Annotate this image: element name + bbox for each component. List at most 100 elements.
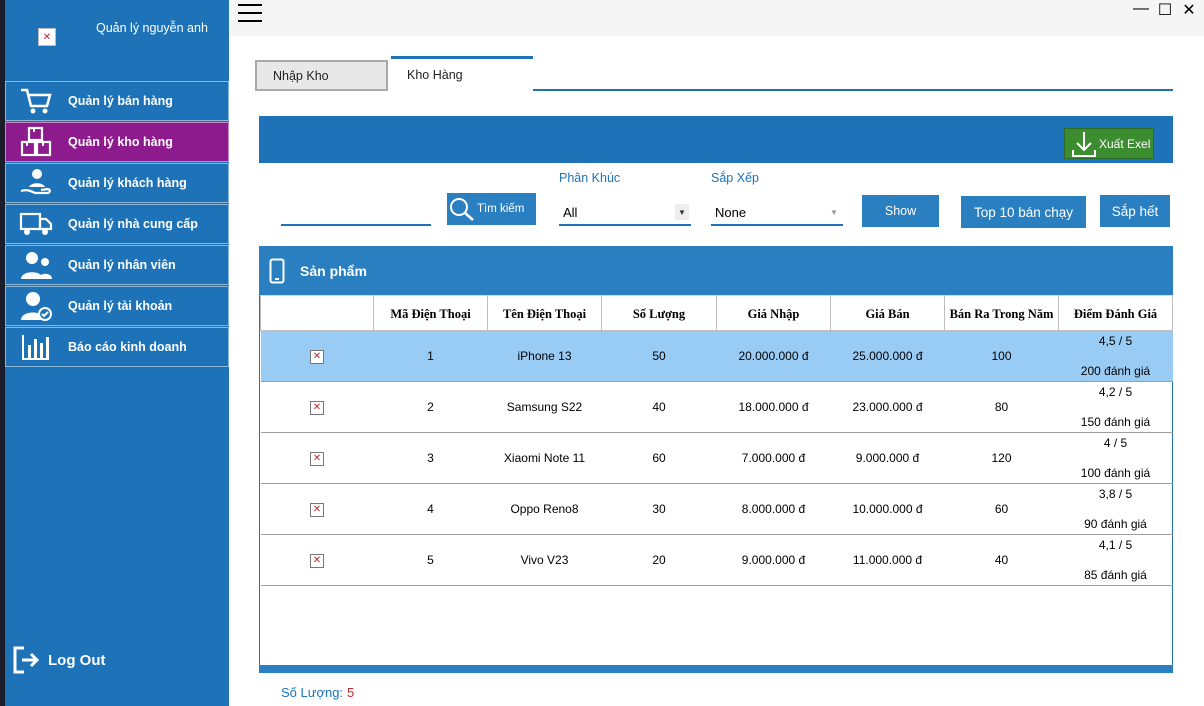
cell-name: Oppo Reno8	[487, 483, 602, 535]
cell-id: 3	[373, 432, 488, 484]
sidebar-item-label: Báo cáo kinh doanh	[68, 340, 187, 354]
table-row[interactable]: ✕ 2 Samsung S22 40 18.000.000 đ 23.000.0…	[260, 381, 1173, 433]
cell-sold: 60	[944, 483, 1059, 535]
search-input[interactable]	[281, 198, 431, 226]
sidebar-item-nhan-vien[interactable]: Quản lý nhân viên	[5, 245, 229, 285]
cell-qty: 60	[601, 432, 717, 484]
sidebar-item-kho-hang[interactable]: Quản lý kho hàng	[5, 122, 229, 162]
sidebar-item-label: Quản lý bán hàng	[68, 94, 173, 108]
cell-sale-price: 25.000.000 đ	[830, 330, 945, 382]
search-button-label: Tìm kiếm	[477, 203, 525, 215]
tab-nhap-kho[interactable]: Nhập Kho	[255, 60, 388, 91]
top10-button[interactable]: Top 10 bán chạy	[961, 196, 1086, 228]
cell-import-price: 7.000.000 đ	[716, 432, 831, 484]
search-button[interactable]: Tìm kiếm	[447, 193, 536, 225]
sidebar-item-bao-cao[interactable]: Báo cáo kinh doanh	[5, 327, 229, 367]
cell-sale-price: 10.000.000 đ	[830, 483, 945, 535]
cell-qty: 40	[601, 381, 717, 433]
table-header-row: Mã Điện Thoại Tên Điện Thoại Số Lượng Gi…	[260, 295, 1173, 331]
maximize-icon[interactable]: ☐	[1156, 0, 1174, 20]
cell-import-price: 18.000.000 đ	[716, 381, 831, 433]
search-icon	[447, 196, 477, 222]
tab-kho-hang[interactable]: Kho Hàng	[391, 56, 533, 91]
products-grid: Mã Điện Thoại Tên Điện Thoại Số Lượng Gi…	[259, 295, 1173, 667]
col-header[interactable]: Mã Điện Thoại	[373, 295, 488, 331]
products-table: Mã Điện Thoại Tên Điện Thoại Số Lượng Gi…	[260, 295, 1173, 586]
cell-score: 4,2 / 5	[1098, 385, 1133, 399]
cell-qty: 30	[601, 483, 717, 535]
export-label: Xuất Exel	[1099, 136, 1151, 151]
phan-khuc-select[interactable]: All ▼	[559, 200, 691, 226]
cell-reviews: 100 đánh giá	[1080, 466, 1151, 480]
download-icon	[1071, 130, 1097, 158]
col-header[interactable]: Điểm Đánh Giá	[1058, 295, 1173, 331]
delete-icon[interactable]: ✕	[310, 503, 324, 517]
customer-hand-icon	[16, 163, 56, 203]
sidebar-item-label: Quản lý khách hàng	[68, 176, 187, 190]
cell-sold: 120	[944, 432, 1059, 484]
cart-icon	[16, 81, 56, 121]
phan-khuc-value: All	[563, 204, 578, 220]
cell-sold: 40	[944, 534, 1059, 586]
sap-het-button[interactable]: Sắp hết	[1100, 195, 1170, 227]
hamburger-menu-icon[interactable]	[238, 4, 262, 24]
table-row[interactable]: ✕ 3 Xiaomi Note 11 60 7.000.000 đ 9.000.…	[260, 432, 1173, 484]
export-excel-button[interactable]: Xuất Exel	[1064, 128, 1154, 159]
cell-id: 2	[373, 381, 488, 433]
table-row[interactable]: ✕ 5 Vivo V23 20 9.000.000 đ 11.000.000 đ…	[260, 534, 1173, 586]
cell-reviews: 85 đánh giá	[1084, 568, 1147, 582]
panel-title: Sản phẩm	[300, 262, 367, 279]
sidebar-item-nha-cung-cap[interactable]: Quản lý nhà cung cấp	[5, 204, 229, 244]
cell-name: Vivo V23	[487, 534, 602, 586]
cell-reviews: 90 đánh giá	[1084, 517, 1147, 531]
col-header[interactable]: Giá Bán	[830, 295, 945, 331]
cell-qty: 50	[601, 330, 717, 382]
cell-sold: 100	[944, 330, 1059, 382]
toolbar-band	[259, 116, 1173, 163]
cell-import-price: 9.000.000 đ	[716, 534, 831, 586]
col-header[interactable]: Bán Ra Trong Năm	[944, 295, 1059, 331]
cell-reviews: 150 đánh giá	[1080, 415, 1151, 429]
cell-sale-price: 9.000.000 đ	[830, 432, 945, 484]
cell-sale-price: 11.000.000 đ	[830, 534, 945, 586]
window-controls: — ☐ ✕	[1132, 0, 1198, 20]
sap-xep-select[interactable]: None ▼	[711, 200, 843, 226]
delete-icon[interactable]: ✕	[310, 452, 324, 466]
logout-label: Log Out	[48, 651, 106, 669]
logout-icon	[12, 644, 42, 676]
user-name: Quản lý nguyễn anh	[96, 21, 208, 35]
cell-name: Xiaomi Note 11	[487, 432, 602, 484]
cell-name: Samsung S22	[487, 381, 602, 433]
chevron-down-icon: ▼	[827, 204, 841, 220]
delete-icon[interactable]: ✕	[310, 350, 324, 364]
table-row[interactable]: ✕ 1 iPhone 13 50 20.000.000 đ 25.000.000…	[260, 330, 1173, 382]
cell-id: 4	[373, 483, 488, 535]
cell-score: 4,5 / 5	[1098, 334, 1133, 348]
col-header[interactable]: Tên Điện Thoại	[487, 295, 602, 331]
logout-button[interactable]: Log Out	[12, 644, 105, 676]
account-check-icon	[16, 286, 56, 326]
show-button[interactable]: Show	[862, 195, 939, 227]
minimize-icon[interactable]: —	[1132, 0, 1150, 20]
col-header[interactable]: Giá Nhập	[716, 295, 831, 331]
boxes-icon	[16, 122, 56, 162]
grid-bottom-bar	[259, 665, 1173, 673]
table-row[interactable]: ✕ 4 Oppo Reno8 30 8.000.000 đ 10.000.000…	[260, 483, 1173, 535]
chevron-down-icon: ▼	[675, 204, 689, 220]
sidebar-item-khach-hang[interactable]: Quản lý khách hàng	[5, 163, 229, 203]
close-icon[interactable]: ✕	[1180, 0, 1198, 20]
products-panel-header: Sản phẩm	[259, 246, 1173, 295]
cell-id: 1	[373, 330, 488, 382]
sap-xep-value: None	[715, 204, 747, 220]
phan-khuc-label: Phân Khúc	[559, 171, 621, 185]
cell-id: 5	[373, 534, 488, 586]
sidebar-item-label: Quản lý tài khoản	[68, 299, 173, 313]
col-header	[260, 295, 374, 331]
sidebar-item-tai-khoan[interactable]: Quản lý tài khoản	[5, 286, 229, 326]
sidebar-item-ban-hang[interactable]: Quản lý bán hàng	[5, 81, 229, 121]
col-header[interactable]: Số Lượng	[601, 295, 717, 331]
cell-name: iPhone 13	[487, 330, 602, 382]
cell-import-price: 20.000.000 đ	[716, 330, 831, 382]
delete-icon[interactable]: ✕	[310, 401, 324, 415]
delete-icon[interactable]: ✕	[310, 554, 324, 568]
